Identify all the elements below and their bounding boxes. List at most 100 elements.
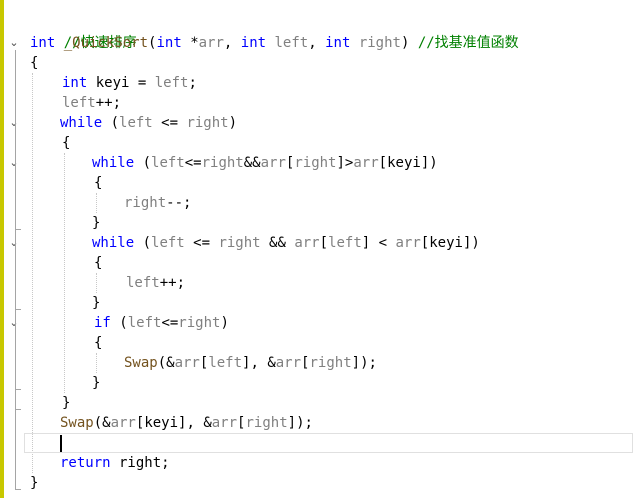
brace: { — [30, 55, 39, 71]
indent-guide — [32, 73, 33, 473]
code-line[interactable]: { — [30, 53, 38, 73]
identifier: right — [218, 235, 261, 251]
code-line[interactable]: { — [94, 333, 102, 353]
brace: } — [92, 215, 101, 231]
operator: <= — [184, 235, 219, 251]
chevron-down-icon[interactable]: ⌄ — [7, 237, 21, 249]
fold-region-end — [15, 309, 21, 310]
code-line[interactable]: } — [30, 473, 38, 493]
punctuation: ]); — [287, 415, 313, 431]
identifier: left — [328, 235, 362, 251]
identifier: arr — [395, 235, 421, 251]
punctuation: ( — [134, 155, 152, 171]
identifier: arr — [211, 415, 238, 431]
code-line[interactable]: int _QuickSort(int *arr, int left, int r… — [30, 33, 519, 53]
punctuation: ]) — [462, 235, 480, 251]
punctuation: ; — [161, 455, 170, 471]
identifier: right — [124, 195, 167, 211]
keyword: while — [92, 155, 135, 171]
chevron-down-icon[interactable]: ⌄ — [7, 117, 21, 129]
identifier: keyi — [387, 155, 421, 171]
brace: { — [94, 175, 103, 191]
punctuation: [ — [319, 235, 329, 251]
code-line[interactable]: } — [62, 393, 70, 413]
brace: { — [94, 255, 103, 271]
code-line[interactable]: } — [92, 373, 100, 393]
code-line[interactable]: Swap(&arr[keyi], &arr[right]); — [60, 413, 313, 433]
code-line[interactable]: left++; — [62, 93, 121, 113]
identifier: keyi — [144, 415, 179, 431]
indent-guide — [64, 153, 65, 393]
keyword: int — [240, 35, 267, 51]
identifier: arr — [294, 235, 320, 251]
identifier: left — [151, 155, 185, 171]
identifier: arr — [174, 355, 200, 371]
code-line[interactable]: if (left<=right) — [94, 313, 229, 333]
code-line[interactable]: //快速排序 — [30, 13, 137, 51]
identifier: right — [245, 415, 288, 431]
text-caret — [60, 435, 62, 452]
code-line[interactable]: } — [92, 213, 100, 233]
identifier: right — [309, 355, 352, 371]
punctuation: ] < — [361, 235, 396, 251]
operator: <= — [184, 155, 202, 171]
code-line[interactable]: { — [94, 253, 102, 273]
identifier: right — [178, 315, 221, 331]
punctuation: , — [308, 35, 326, 51]
comment: //找基准值函数 — [417, 35, 519, 51]
punctuation: * — [181, 35, 199, 51]
chevron-down-icon[interactable]: ⌄ — [7, 317, 21, 329]
indent-guide — [96, 273, 97, 293]
fold-region-line — [15, 250, 16, 310]
code-line[interactable]: while (left <= right) — [60, 113, 237, 133]
function-name: Swap — [124, 355, 158, 371]
identifier: right — [186, 115, 229, 131]
code-line[interactable]: } — [92, 293, 100, 313]
identifier: right — [110, 455, 162, 471]
code-editor[interactable]: ⌄ ⌄ ⌄ ⌄ ⌄ //快速排序 int _QuickSort(int *arr… — [0, 0, 633, 498]
operator: <= — [152, 115, 187, 131]
keyword: int — [325, 35, 351, 51]
code-line[interactable]: while (left <= right && arr[left] < arr[… — [92, 233, 480, 253]
code-line[interactable]: return right; — [60, 453, 170, 473]
brace: } — [62, 395, 71, 411]
identifier: left — [119, 115, 153, 131]
punctuation: ( — [110, 315, 128, 331]
chevron-down-icon[interactable]: ⌄ — [7, 37, 21, 49]
identifier: left — [208, 355, 243, 371]
chevron-down-icon[interactable]: ⌄ — [7, 157, 21, 169]
operator: <= — [161, 315, 179, 331]
current-line-highlight — [24, 433, 633, 453]
punctuation: ) — [400, 35, 418, 51]
code-line[interactable]: left++; — [126, 273, 185, 293]
brace: } — [92, 295, 101, 311]
code-line[interactable]: Swap(&arr[left], &arr[right]); — [124, 353, 377, 373]
indent-guide — [96, 353, 97, 373]
identifier: right — [201, 155, 244, 171]
punctuation: ]) — [420, 155, 438, 171]
fold-region-line — [15, 330, 16, 390]
code-line[interactable]: { — [94, 173, 102, 193]
punctuation: (& — [157, 355, 175, 371]
code-line[interactable]: int keyi = left; — [62, 73, 197, 93]
code-line[interactable]: right--; — [124, 193, 191, 213]
function-name: _QuickSort — [63, 35, 149, 51]
brace: } — [30, 475, 39, 491]
brace: { — [94, 335, 103, 351]
identifier: left — [151, 235, 185, 251]
identifier: keyi — [87, 75, 130, 91]
identifier: right — [350, 35, 401, 51]
identifier: arr — [353, 155, 379, 171]
identifier: right — [294, 155, 337, 171]
operator: && — [260, 235, 295, 251]
keyword: while — [60, 115, 103, 131]
code-line[interactable]: while (left<=right&&arr[right]>arr[keyi]… — [92, 153, 438, 173]
operator: ++; — [95, 95, 122, 111]
identifier: arr — [110, 415, 136, 431]
brace: { — [62, 135, 71, 151]
code-line[interactable]: { — [62, 133, 70, 153]
brace: } — [92, 375, 101, 391]
punctuation: ]> — [336, 155, 354, 171]
keyword: int — [62, 75, 88, 91]
keyword: while — [92, 235, 135, 251]
